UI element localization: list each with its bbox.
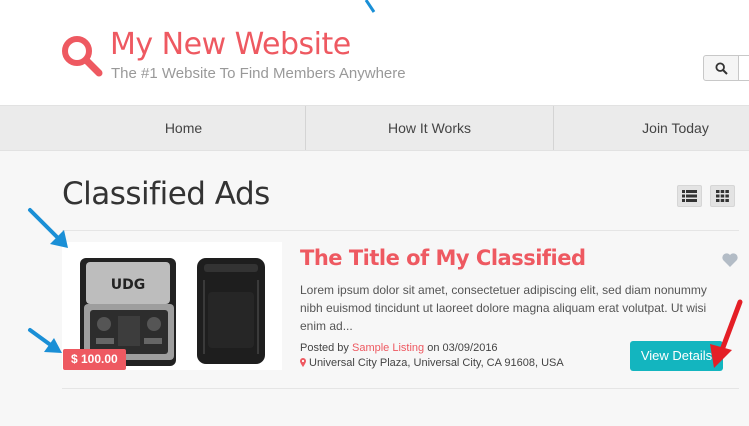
search-icon [714,61,728,75]
posted-by-link[interactable]: Sample Listing [352,342,424,354]
listing-description: Lorem ipsum dolor sit amet, consectetuer… [300,283,707,333]
annotation-arrow-red-button [710,299,743,368]
annotation-arrow-blue-price [28,328,62,353]
divider [62,388,739,389]
map-pin-icon [300,358,306,367]
search-input[interactable] [739,55,749,81]
posted-info: Posted by Sample Listing on 03/09/2016 [300,342,498,354]
grid-view-button[interactable] [710,185,735,207]
list-view-icon [682,190,697,202]
nav-item-join-today[interactable]: Join Today [554,106,749,150]
listing-title[interactable]: The Title of My Classified [300,246,586,270]
page-title: Classified Ads [62,176,270,212]
annotation-arrow-blue-image [28,208,68,248]
posted-date: on 03/09/2016 [427,342,498,354]
annotation-arrow-blue-top [364,0,376,13]
price-badge: $ 100.00 [63,349,126,370]
main-nav: Home How It Works Join Today [0,105,749,151]
divider [62,230,739,231]
grid-view-icon [716,190,729,202]
listing-location: Universal City Plaza, Universal City, CA… [300,357,564,369]
location-text: Universal City Plaza, Universal City, CA… [309,357,564,369]
nav-item-home[interactable]: Home [62,106,305,150]
list-view-button[interactable] [677,185,702,207]
nav-item-how-it-works[interactable]: How It Works [306,106,553,150]
bag-logo-text: UDG [111,277,145,293]
site-header: My New Website The #1 Website To Find Me… [0,0,749,105]
site-tagline: The #1 Website To Find Members Anywhere [111,65,406,82]
search-button[interactable] [703,55,739,81]
posted-by-prefix: Posted by [300,342,349,354]
search-icon [62,36,103,77]
site-title[interactable]: My New Website [110,27,351,62]
heart-icon[interactable] [722,253,738,267]
